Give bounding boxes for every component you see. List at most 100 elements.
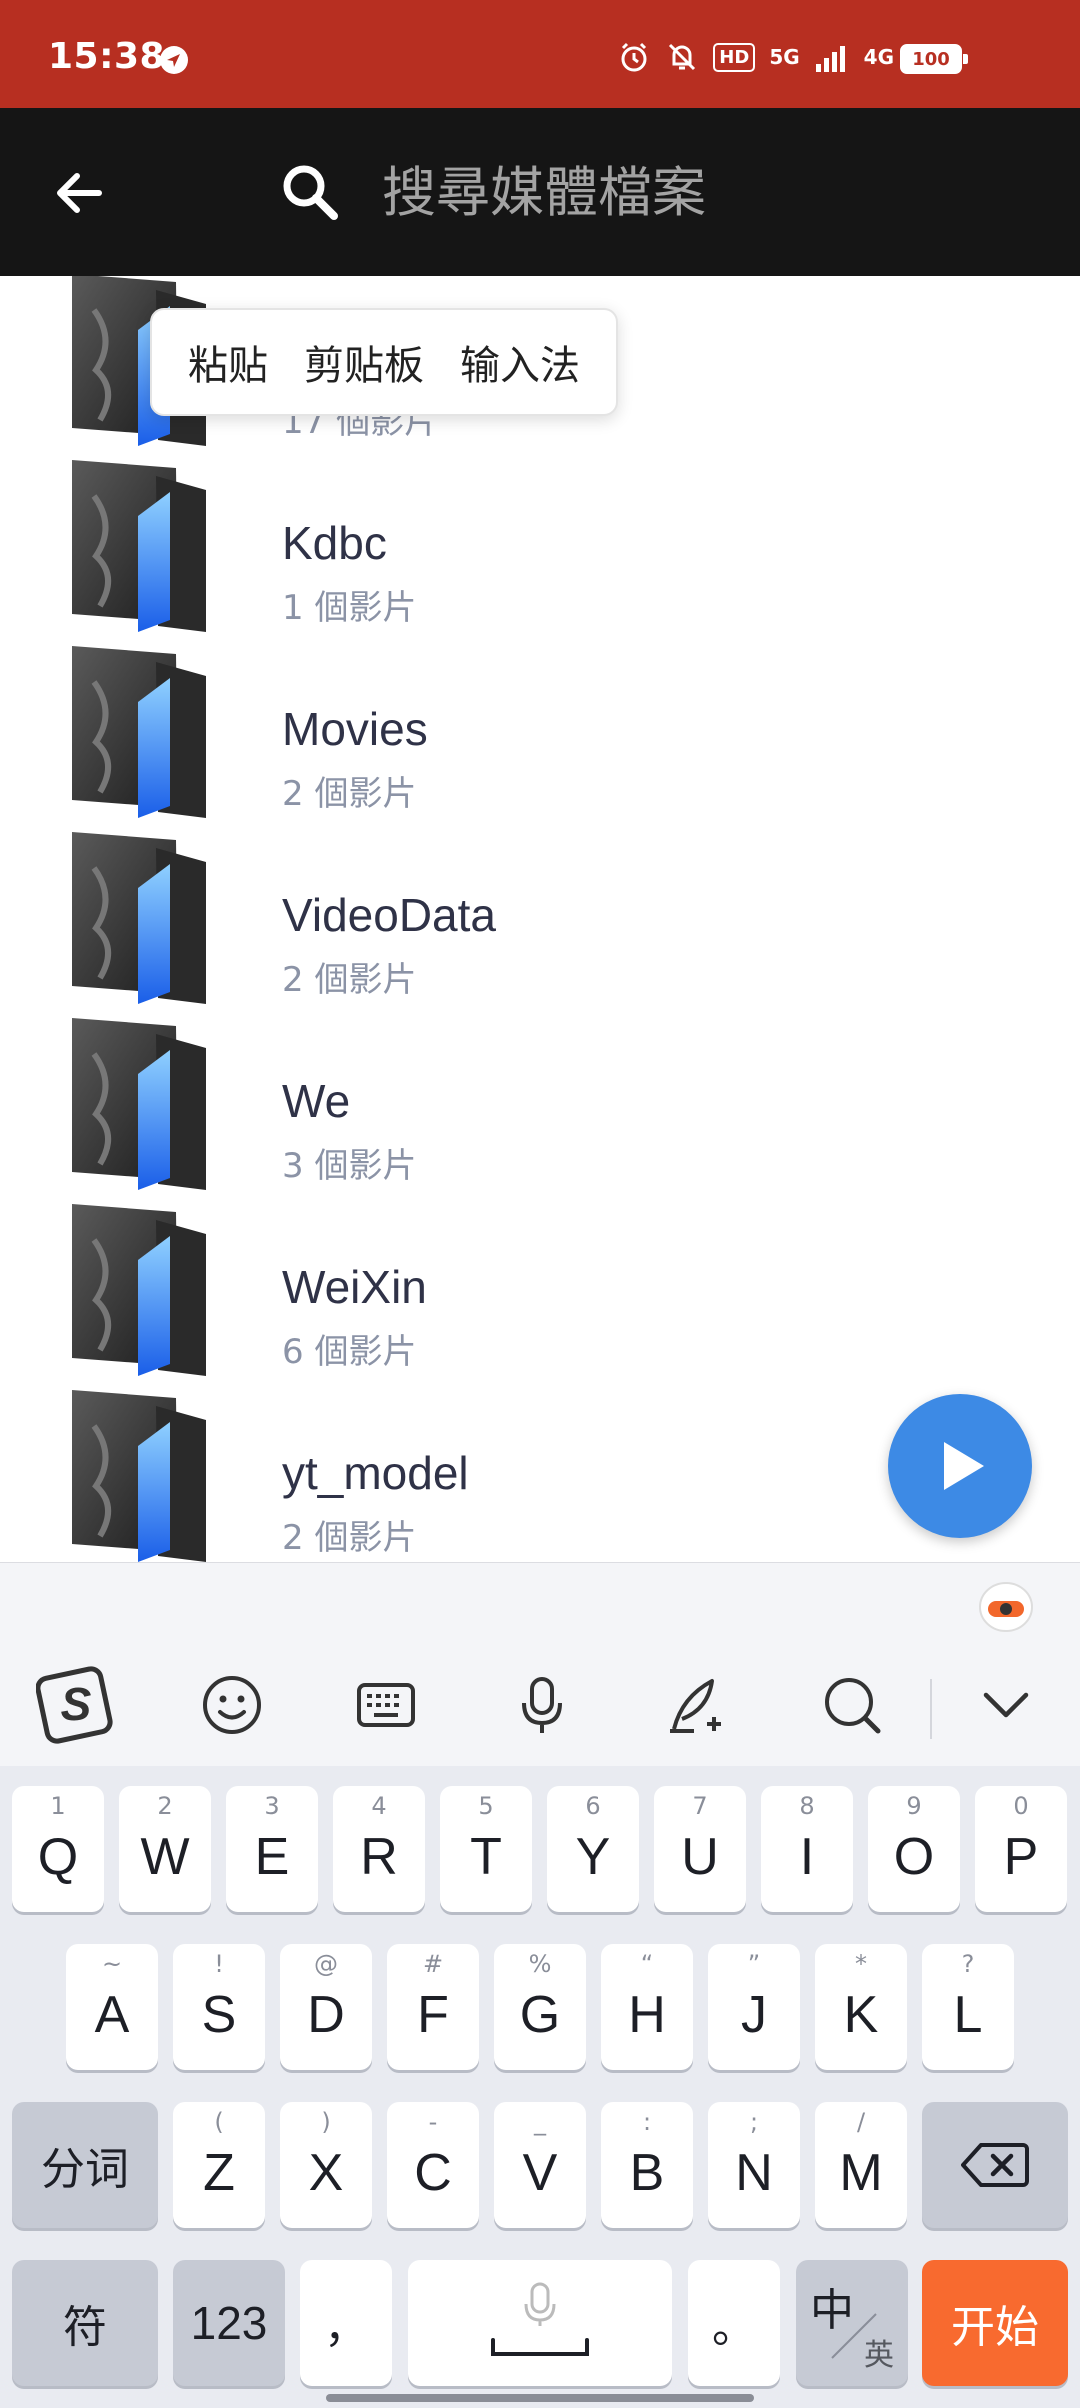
search-input[interactable] (382, 154, 1022, 230)
start-key[interactable]: 开始 (922, 2260, 1068, 2386)
period-key[interactable]: 。 (688, 2260, 780, 2386)
key-g[interactable]: % G (494, 1944, 586, 2070)
input-method-menu-item[interactable]: 输入法 (460, 333, 580, 391)
arrow-left-icon (57, 173, 102, 213)
handwriting-button[interactable] (656, 1665, 736, 1745)
emoji-icon (203, 1676, 261, 1734)
key-t[interactable]: 5T (440, 1786, 532, 1912)
key-v[interactable]: _ V (494, 2102, 586, 2228)
play-icon (944, 1442, 984, 1490)
video-count: 6 個影片 (282, 1332, 417, 1372)
folder-name: VideoData (282, 889, 496, 941)
mascot-icon[interactable] (976, 1575, 1036, 1635)
key-label: I (799, 1828, 815, 1886)
key-hint: 2 (157, 1792, 173, 1820)
key-n[interactable]: ; N (708, 2102, 800, 2228)
play-button[interactable] (888, 1394, 1032, 1538)
key-label: B (629, 2144, 665, 2202)
keyboard-layout-button[interactable] (346, 1665, 426, 1745)
comma-key[interactable]: ， (300, 2260, 392, 2386)
key-u[interactable]: 7U (654, 1786, 746, 1912)
key-hint: 1 (50, 1792, 66, 1820)
key-hint: 0 (1013, 1792, 1029, 1820)
segment-key[interactable]: 分词 (12, 2102, 158, 2228)
key-q[interactable]: 1Q (12, 1786, 104, 1912)
key-r[interactable]: 4R (333, 1786, 425, 1912)
key-label: G (519, 1986, 561, 2044)
key-o[interactable]: 9O (868, 1786, 960, 1912)
list-item[interactable]: VideoData 2 個影片 (0, 822, 1080, 1008)
network-5g-label: 5G (769, 45, 800, 69)
key-b[interactable]: :B (601, 2102, 693, 2228)
key-a[interactable]: ~ A (66, 1944, 158, 2070)
back-button[interactable] (44, 158, 114, 228)
key-w[interactable]: 2W (119, 1786, 211, 1912)
folder-icon (72, 1018, 206, 1190)
key-d[interactable]: @ D (280, 1944, 372, 2070)
key-label: L (953, 1986, 983, 2044)
key-hint: % (528, 1950, 552, 1978)
key-hint: 3 (264, 1792, 280, 1820)
key-label: H (628, 1986, 666, 2044)
search-toolbar (0, 108, 1080, 276)
list-item[interactable]: Movies 2 個影片 (0, 636, 1080, 822)
key-label: P (1003, 1828, 1039, 1886)
key-e[interactable]: 3E (226, 1786, 318, 1912)
key-y[interactable]: 6Y (547, 1786, 639, 1912)
key-label: 。 (712, 2302, 756, 2353)
list-item[interactable]: WeiXin 6 個影片 (0, 1194, 1080, 1380)
key-h[interactable]: “H (601, 1944, 693, 2070)
key-m[interactable]: / M (815, 2102, 907, 2228)
key-sub-label: 英 (864, 2338, 894, 2373)
symbol-key[interactable]: 符 (12, 2260, 158, 2386)
backspace-key[interactable] (922, 2102, 1068, 2228)
key-p[interactable]: 0P (975, 1786, 1067, 1912)
key-i[interactable]: 8I (761, 1786, 853, 1912)
key-label: Z (203, 2144, 235, 2202)
key-label: Y (575, 1828, 611, 1886)
hide-keyboard-button[interactable] (966, 1665, 1046, 1745)
alarm-icon (621, 42, 647, 72)
search-icon (825, 1678, 881, 1734)
number-key[interactable]: 123 (173, 2260, 285, 2386)
status-icons: HD 5G 4G (617, 40, 944, 74)
sogou-logo-button[interactable]: S (36, 1665, 116, 1745)
folder-name: yt_model (282, 1447, 469, 1499)
clipboard-menu-item[interactable]: 剪贴板 (304, 333, 424, 391)
language-switch-key[interactable]: 中 英 (796, 2260, 908, 2386)
keyboard-icon (357, 1683, 415, 1727)
key-label: N (735, 2144, 773, 2202)
home-indicator[interactable] (326, 2394, 754, 2402)
key-label: A (94, 1986, 130, 2044)
key-label: U (681, 1828, 719, 1886)
key-j[interactable]: ” J (708, 1944, 800, 2070)
key-label: C (414, 2144, 452, 2202)
key-l[interactable]: ? L (922, 1944, 1014, 2070)
battery-level: 100 (912, 48, 950, 70)
key-k[interactable]: * K (815, 1944, 907, 2070)
key-x[interactable]: ) X (280, 2102, 372, 2228)
key-hint: / (856, 2108, 866, 2136)
voice-input-button[interactable] (502, 1665, 582, 1745)
microphone-icon (522, 1677, 562, 1733)
space-key[interactable] (408, 2260, 672, 2386)
folder-icon (72, 460, 206, 632)
keyboard-toolbar: S (0, 1562, 1080, 1766)
key-hint: # (422, 1950, 444, 1978)
folder-icon (72, 832, 206, 1004)
key-label: X (308, 2144, 344, 2202)
status-bar: 15:38 HD 5G 4G 100 (0, 0, 1080, 108)
key-label: M (839, 2144, 883, 2202)
search-button[interactable] (812, 1665, 892, 1745)
key-c[interactable]: -C (387, 2102, 479, 2228)
key-f[interactable]: # F (387, 1944, 479, 2070)
sogou-logo-icon: S (36, 1666, 113, 1744)
key-s[interactable]: ! S (173, 1944, 265, 2070)
list-item[interactable]: Kdbc 1 個影片 (0, 450, 1080, 636)
key-hint: ( (214, 2108, 224, 2136)
list-item[interactable]: We 3 個影片 (0, 1008, 1080, 1194)
key-hint: ; (749, 2108, 759, 2136)
key-z[interactable]: (Z (173, 2102, 265, 2228)
paste-menu-item[interactable]: 粘贴 (188, 333, 268, 391)
emoji-button[interactable] (192, 1665, 272, 1745)
